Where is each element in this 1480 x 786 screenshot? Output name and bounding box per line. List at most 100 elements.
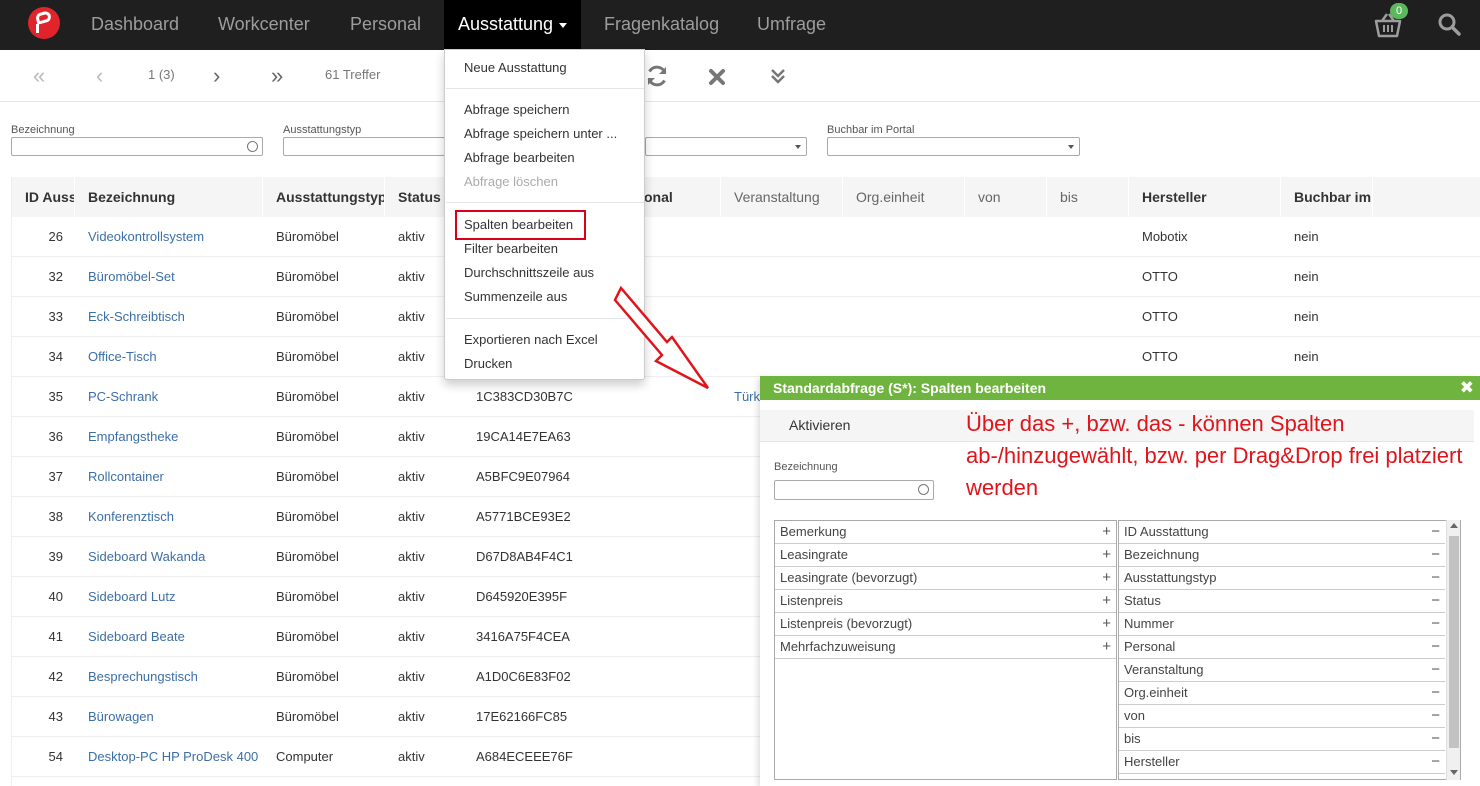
cell-name[interactable]: PC-Schrank	[76, 377, 263, 417]
minus-icon[interactable]: −	[1431, 705, 1440, 727]
cell-veranstaltung[interactable]	[722, 577, 762, 617]
close-icon[interactable]: ✖	[1460, 378, 1474, 398]
available-column-item[interactable]: Leasingrate (bevorzugt) +	[775, 567, 1116, 590]
scrollbar-thumb[interactable]	[1449, 536, 1459, 748]
cell-veranstaltung[interactable]	[722, 697, 762, 737]
col-header-personal[interactable]: onal	[644, 177, 721, 217]
col-header-buchbar[interactable]: Buchbar im I	[1282, 177, 1373, 217]
col-header-hersteller[interactable]: Hersteller	[1130, 177, 1281, 217]
minus-icon[interactable]: −	[1431, 567, 1440, 589]
minus-icon[interactable]: −	[1431, 728, 1440, 750]
menu-durchschnittszeile[interactable]: Durchschnittszeile aus	[464, 265, 594, 280]
available-column-item[interactable]: Mehrfachzuweisung +	[775, 636, 1116, 659]
filter-ausstattungstyp-select[interactable]	[283, 137, 445, 156]
filter-buchbar-select[interactable]	[827, 137, 1080, 156]
cell-name[interactable]: Sideboard Wakanda	[76, 537, 263, 577]
clear-filter-icon[interactable]	[708, 68, 726, 86]
minus-icon[interactable]: −	[1431, 590, 1440, 612]
table-row[interactable]: 32 Büromöbel-Set Büromöbel aktiv OTTO nein	[12, 257, 1480, 297]
next-page-icon[interactable]: ›	[213, 63, 220, 89]
dialog-filter-input[interactable]	[774, 480, 934, 500]
available-column-item[interactable]: Bemerkung +	[775, 521, 1116, 544]
col-header-ausstattungstyp[interactable]: Ausstattungstyp	[264, 177, 385, 217]
cell-name[interactable]: Videokontrollsystem	[76, 217, 263, 257]
selected-column-item[interactable]: von −	[1119, 705, 1445, 728]
menu-abfrage-speichern[interactable]: Abfrage speichern	[464, 102, 570, 117]
refresh-icon[interactable]	[645, 64, 669, 88]
cell-veranstaltung[interactable]	[722, 657, 762, 697]
scroll-up-icon[interactable]	[1450, 523, 1458, 528]
cell-veranstaltung[interactable]	[722, 457, 762, 497]
selected-column-item[interactable]: Bezeichnung −	[1119, 544, 1445, 567]
menu-summenzeile[interactable]: Summenzeile aus	[464, 289, 567, 304]
last-page-icon[interactable]: »	[271, 63, 283, 89]
minus-icon[interactable]: −	[1431, 613, 1440, 635]
selected-column-item[interactable]: bis −	[1119, 728, 1445, 751]
activate-button[interactable]: Aktivieren	[789, 410, 850, 440]
plus-icon[interactable]: +	[1102, 544, 1111, 566]
clear-circle-icon[interactable]	[247, 141, 258, 152]
cell-veranstaltung[interactable]	[722, 417, 762, 457]
plus-icon[interactable]: +	[1102, 521, 1111, 543]
plus-icon[interactable]: +	[1102, 590, 1111, 612]
cell-name[interactable]: Bürowagen	[76, 697, 263, 737]
cell-veranstaltung[interactable]	[722, 537, 762, 577]
clear-circle-icon[interactable]	[918, 484, 929, 495]
selected-column-item[interactable]: Veranstaltung −	[1119, 659, 1445, 682]
col-header-veranstaltung[interactable]: Veranstaltung	[722, 177, 843, 217]
minus-icon[interactable]: −	[1431, 659, 1440, 681]
cell-name[interactable]: Empfangstheke	[76, 417, 263, 457]
menu-filter-bearbeiten[interactable]: Filter bearbeiten	[464, 241, 558, 256]
minus-icon[interactable]: −	[1431, 521, 1440, 543]
filter-bezeichnung-input[interactable]	[11, 137, 263, 156]
selected-column-item[interactable]: ID Ausstattung −	[1119, 521, 1445, 544]
cell-name[interactable]: Besprechungstisch	[76, 657, 263, 697]
selected-column-item[interactable]: Nummer −	[1119, 613, 1445, 636]
plus-icon[interactable]: +	[1102, 613, 1111, 635]
selected-column-item[interactable]: Personal −	[1119, 636, 1445, 659]
table-row[interactable]: 26 Videokontrollsystem Büromöbel aktiv Mobot…	[12, 217, 1480, 257]
cell-name[interactable]: Konferenztisch	[76, 497, 263, 537]
app-logo[interactable]	[28, 7, 60, 39]
cell-veranstaltung[interactable]	[722, 217, 762, 257]
nav-workcenter[interactable]: Workcenter	[218, 0, 310, 50]
cell-name[interactable]: Sideboard Lutz	[76, 577, 263, 617]
available-column-item[interactable]: Listenpreis (bevorzugt) +	[775, 613, 1116, 636]
available-column-item[interactable]: Listenpreis +	[775, 590, 1116, 613]
cell-name[interactable]: Eck-Schreibtisch	[76, 297, 263, 337]
cell-veranstaltung[interactable]	[722, 617, 762, 657]
table-row[interactable]: 33 Eck-Schreibtisch Büromöbel aktiv OTTO nein	[12, 297, 1480, 337]
selected-list-scrollbar[interactable]	[1446, 520, 1460, 780]
col-header-von[interactable]: von	[966, 177, 1047, 217]
nav-personal[interactable]: Personal	[350, 0, 421, 50]
cell-name[interactable]: Office-Tisch	[76, 337, 263, 377]
col-header-bis[interactable]: bis	[1048, 177, 1129, 217]
selected-column-item[interactable]: Org.einheit −	[1119, 682, 1445, 705]
cell-veranstaltung[interactable]	[722, 737, 762, 777]
available-column-item[interactable]: Leasingrate +	[775, 544, 1116, 567]
cell-veranstaltung[interactable]	[722, 337, 762, 377]
nav-fragenkatalog[interactable]: Fragenkatalog	[604, 0, 719, 50]
filter-hidden-select[interactable]	[645, 137, 807, 156]
plus-icon[interactable]: +	[1102, 567, 1111, 589]
search-icon[interactable]	[1437, 12, 1461, 36]
cell-veranstaltung[interactable]: Türk	[722, 377, 762, 417]
cell-name[interactable]: Desktop-PC HP ProDesk 400	[76, 737, 263, 777]
minus-icon[interactable]: −	[1431, 751, 1440, 773]
expand-filters-icon[interactable]	[769, 67, 787, 85]
minus-icon[interactable]: −	[1431, 682, 1440, 704]
menu-abfrage-bearbeiten[interactable]: Abfrage bearbeiten	[464, 150, 575, 165]
col-header-id[interactable]: ID Ausst	[12, 177, 75, 217]
first-page-icon[interactable]: «	[33, 63, 45, 89]
col-header-orgeinheit[interactable]: Org.einheit	[844, 177, 965, 217]
menu-drucken[interactable]: Drucken	[464, 356, 512, 371]
scroll-down-icon[interactable]	[1450, 770, 1458, 775]
minus-icon[interactable]: −	[1431, 636, 1440, 658]
plus-icon[interactable]: +	[1102, 636, 1111, 658]
nav-umfrage[interactable]: Umfrage	[757, 0, 826, 50]
cell-name[interactable]: Sideboard Beate	[76, 617, 263, 657]
prev-page-icon[interactable]: ‹	[96, 63, 103, 89]
menu-abfrage-speichern-unter[interactable]: Abfrage speichern unter ...	[464, 126, 617, 141]
minus-icon[interactable]: −	[1431, 544, 1440, 566]
menu-spalten-bearbeiten[interactable]: Spalten bearbeiten	[464, 217, 573, 232]
